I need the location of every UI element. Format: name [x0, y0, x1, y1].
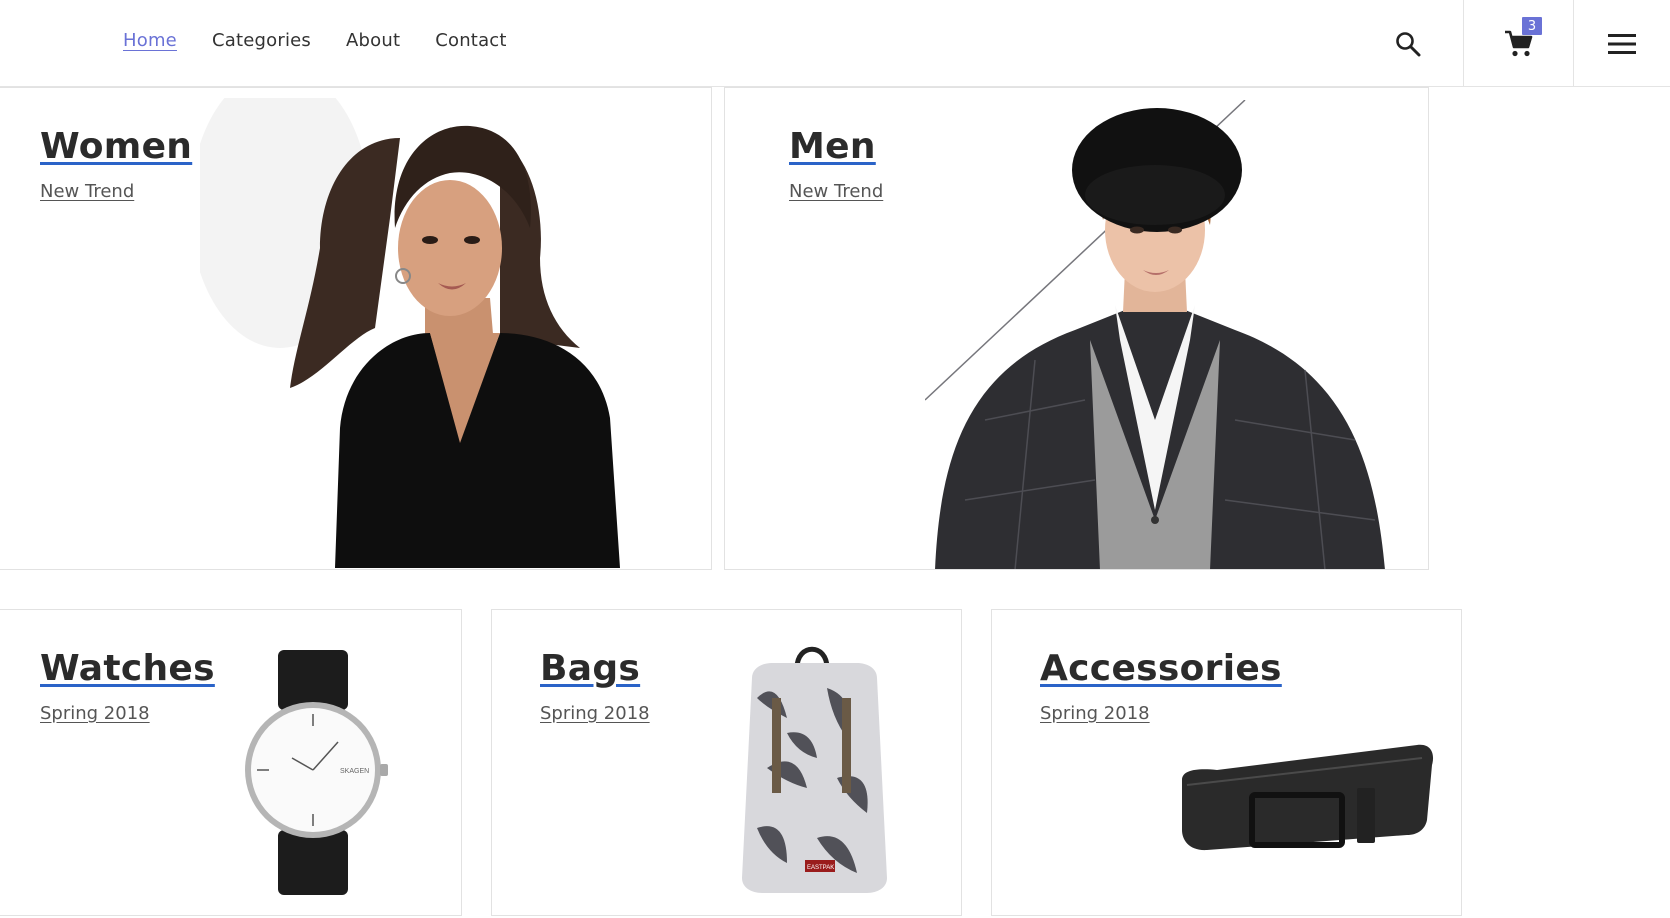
category-subtitle-accessories[interactable]: Spring 2018 [1040, 703, 1150, 724]
category-subtitle-watches[interactable]: Spring 2018 [40, 703, 150, 724]
category-title-accessories[interactable]: Accessories [1040, 648, 1282, 689]
category-card-bags[interactable]: Bags Spring 2018 EASTPAK [491, 609, 962, 916]
category-card-accessories[interactable]: Accessories Spring 2018 [991, 609, 1462, 916]
main-nav: Home Categories About Contact [123, 30, 507, 51]
category-title-bags[interactable]: Bags [540, 648, 640, 689]
menu-button[interactable] [1574, 0, 1670, 87]
nav-categories-link[interactable]: Categories [212, 30, 311, 51]
nav-contact-link[interactable]: Contact [435, 30, 506, 51]
cart-count-badge: 3 [1522, 17, 1542, 35]
search-icon [1396, 31, 1421, 56]
category-card-women[interactable]: Women New Trend [0, 87, 712, 570]
category-card-men[interactable]: Men New Trend [724, 87, 1429, 570]
search-button[interactable] [1380, 0, 1436, 87]
belt-image [1182, 744, 1434, 851]
category-subtitle-men[interactable]: New Trend [789, 181, 883, 202]
nav-about-link[interactable]: About [346, 30, 400, 51]
watch-image: SKAGEN [245, 650, 388, 895]
category-card-watches[interactable]: Watches Spring 2018 SKAGEN [0, 609, 462, 916]
category-title-men[interactable]: Men [789, 126, 876, 167]
men-model-image [925, 100, 1385, 569]
menu-icon [1608, 33, 1636, 54]
category-subtitle-bags[interactable]: Spring 2018 [540, 703, 650, 724]
category-title-women[interactable]: Women [40, 126, 192, 167]
nav-home-link[interactable]: Home [123, 30, 177, 51]
watch-brand-label: SKAGEN [340, 768, 369, 775]
women-model-image [200, 98, 620, 568]
bag-brand-label: EASTPAK [807, 865, 834, 871]
cart-button[interactable]: 3 [1463, 0, 1574, 87]
site-header: Home Categories About Contact 3 [0, 0, 1670, 87]
category-subtitle-women[interactable]: New Trend [40, 181, 134, 202]
category-title-watches[interactable]: Watches [40, 648, 215, 689]
backpack-image: EASTPAK [742, 646, 887, 893]
